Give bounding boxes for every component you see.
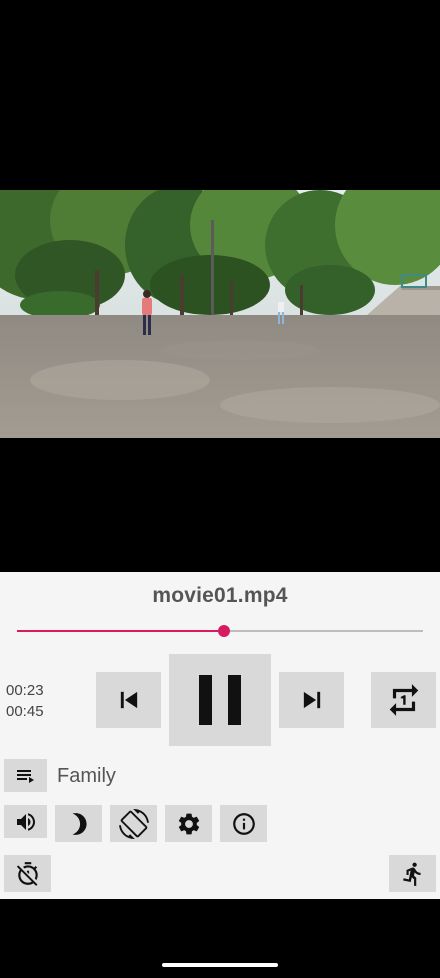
video-title: movie01.mp4 xyxy=(152,584,288,607)
repeat-one-icon xyxy=(389,684,418,716)
timer-off-icon xyxy=(16,861,38,886)
pause-button[interactable] xyxy=(169,654,271,746)
night-mode-button[interactable] xyxy=(55,805,102,842)
skip-next-icon xyxy=(303,691,320,709)
settings-button[interactable] xyxy=(165,805,212,842)
pause-icon xyxy=(199,675,241,725)
volume-icon xyxy=(16,812,35,831)
video-frame[interactable] xyxy=(0,190,440,438)
skip-previous-icon xyxy=(120,691,137,709)
current-time: 00:23 xyxy=(6,682,44,699)
screen-rotation-icon xyxy=(118,808,149,839)
next-button[interactable] xyxy=(279,672,344,728)
info-button[interactable] xyxy=(220,805,267,842)
gear-icon xyxy=(178,813,199,834)
seek-bar-thumb[interactable] xyxy=(218,625,231,637)
home-indicator[interactable] xyxy=(162,963,278,967)
playlist-icon xyxy=(16,769,34,783)
crescent-moon-icon xyxy=(72,812,87,835)
screen-rotation-button[interactable] xyxy=(110,805,157,842)
playlist-button[interactable] xyxy=(4,759,47,792)
total-time: 00:45 xyxy=(6,703,44,720)
running-person-icon xyxy=(402,862,421,886)
video-frame-image xyxy=(0,190,440,438)
sleep-timer-button[interactable] xyxy=(4,855,51,892)
volume-button[interactable] xyxy=(4,805,47,838)
playlist-name: Family xyxy=(57,765,116,787)
exit-button[interactable] xyxy=(389,855,436,892)
previous-button[interactable] xyxy=(96,672,161,728)
repeat-one-button[interactable] xyxy=(371,672,436,728)
info-icon xyxy=(232,812,255,835)
seek-bar-progress xyxy=(17,630,225,632)
